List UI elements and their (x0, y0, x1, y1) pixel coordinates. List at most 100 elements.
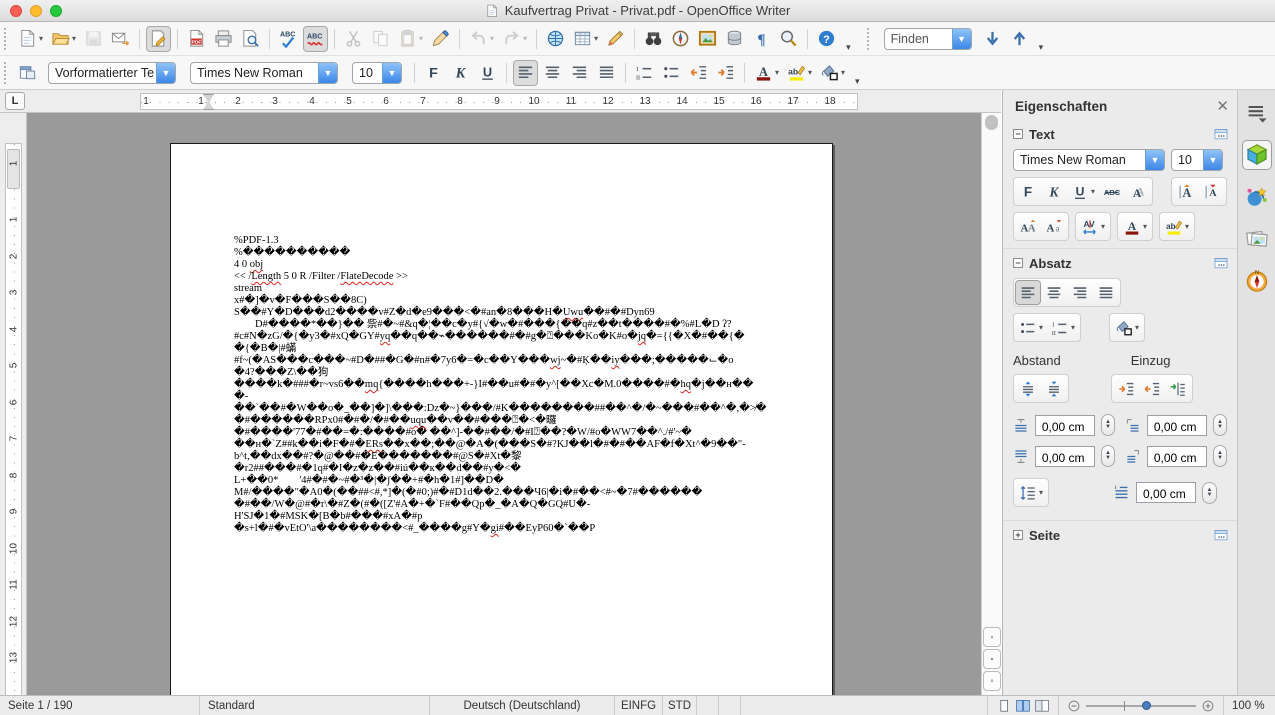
open-button[interactable]: ▾ (48, 26, 79, 52)
save-button[interactable] (81, 26, 106, 52)
dialog-launcher-icon[interactable] (1213, 527, 1229, 543)
find-next-button[interactable] (980, 26, 1005, 52)
sidebar-align-left-button[interactable] (1015, 280, 1041, 305)
spellcheck-button[interactable] (276, 26, 301, 52)
copy-button[interactable] (368, 26, 393, 52)
sidebar-uppercase-button[interactable] (1015, 214, 1041, 239)
sidebar-align-justify-button[interactable] (1093, 280, 1119, 305)
chevron-down-icon[interactable]: ▼ (318, 63, 337, 83)
multi-page-view-icon[interactable] (1015, 698, 1031, 714)
font-color-button[interactable]: ▾ (751, 60, 782, 86)
sidebar-font-size-combo[interactable]: 10 ▼ (1171, 149, 1223, 171)
dialog-launcher-icon[interactable] (1213, 255, 1229, 271)
italic-button[interactable] (448, 60, 473, 86)
chevron-down-icon[interactable]: ▼ (382, 63, 401, 83)
font-size-combo[interactable]: 10▼ (352, 62, 402, 84)
book-view-icon[interactable] (1034, 698, 1050, 714)
maximize-window-button[interactable] (50, 5, 62, 17)
underline-button[interactable] (475, 60, 500, 86)
sidebar-line-spacing-button[interactable]: ▾ (1015, 480, 1047, 505)
page-preview-button[interactable] (238, 26, 263, 52)
data-sources-button[interactable] (722, 26, 747, 52)
zoom-out-icon[interactable] (1067, 699, 1081, 713)
chevron-down-icon[interactable]: ▼ (1145, 150, 1164, 170)
align-justify-button[interactable] (594, 60, 619, 86)
chevron-down-icon[interactable]: ▼ (952, 29, 971, 49)
zoom-in-icon[interactable] (1201, 699, 1215, 713)
align-center-button[interactable] (540, 60, 565, 86)
first-line-indent-stepper[interactable]: ▲▼ (1202, 482, 1217, 504)
dialog-launcher-icon[interactable] (1213, 126, 1229, 142)
sidebar-decrease-spacing-button[interactable] (1041, 376, 1067, 401)
indent-before-field[interactable] (1147, 415, 1207, 436)
first-line-indent-field[interactable] (1136, 482, 1196, 503)
formatting-marks-button[interactable] (749, 26, 774, 52)
sidebar-character-spacing-button[interactable]: ▾ (1077, 214, 1109, 239)
indent-after-stepper[interactable]: ▲▼ (1213, 445, 1227, 467)
next-page-button[interactable] (983, 671, 1001, 691)
draw-functions-button[interactable] (603, 26, 628, 52)
sidebar-increase-indent-button[interactable] (1113, 376, 1139, 401)
horizontal-ruler[interactable]: 1123456789101112131415161718 (140, 93, 858, 110)
new-document-button[interactable]: ▾ (15, 26, 46, 52)
spacing-above-stepper[interactable]: ▲▼ (1101, 414, 1115, 436)
find-replace-button[interactable] (641, 26, 666, 52)
email-document-button[interactable] (108, 26, 133, 52)
insert-mode-status[interactable]: EINFG (615, 696, 663, 715)
print-button[interactable] (211, 26, 236, 52)
sidebar-strikethrough-button[interactable] (1099, 179, 1125, 204)
navigator-button[interactable] (668, 26, 693, 52)
bold-button[interactable] (421, 60, 446, 86)
sidebar-highlighting-button[interactable]: ▾ (1161, 214, 1193, 239)
sidebar-numbered-list-button[interactable]: ▾ (1047, 315, 1079, 340)
chevron-down-icon[interactable]: ▼ (1203, 150, 1222, 170)
spacing-below-field[interactable] (1035, 446, 1095, 467)
language-status[interactable]: Deutsch (Deutschland) (430, 696, 615, 715)
sidebar-font-name-combo[interactable]: Times New Roman ▼ (1013, 149, 1165, 171)
chevron-down-icon[interactable]: ▼ (156, 63, 175, 83)
numbered-list-button[interactable] (632, 60, 657, 86)
zoom-button[interactable] (776, 26, 801, 52)
minimize-window-button[interactable] (30, 5, 42, 17)
sidebar-menu[interactable] (1242, 98, 1272, 128)
tab-navigator[interactable] (1242, 266, 1272, 296)
sidebar-align-center-button[interactable] (1041, 280, 1067, 305)
page-number-status[interactable]: Seite 1 / 190 (0, 696, 200, 715)
bullet-list-button[interactable] (659, 60, 684, 86)
help-button[interactable] (814, 26, 839, 52)
sidebar-bold-button[interactable] (1015, 179, 1041, 204)
sidebar-underline-button[interactable]: ▾ (1067, 179, 1099, 204)
page-style-status[interactable]: Standard (200, 696, 430, 715)
paste-button[interactable]: ▾ (395, 26, 426, 52)
toolbar-overflow-button[interactable]: ▾ (1039, 32, 1044, 53)
indent-before-stepper[interactable]: ▲▼ (1213, 414, 1227, 436)
align-right-button[interactable] (567, 60, 592, 86)
tab-properties[interactable] (1242, 140, 1272, 170)
expand-icon[interactable]: + (1013, 530, 1023, 540)
single-page-view-icon[interactable] (996, 698, 1012, 714)
spacing-below-stepper[interactable]: ▲▼ (1101, 445, 1115, 467)
paragraph-style-combo[interactable]: Vorformatierter Te▼ (48, 62, 176, 84)
tab-gallery[interactable] (1242, 182, 1272, 212)
decrease-indent-button[interactable] (686, 60, 711, 86)
paragraph-background-button[interactable]: ▾ (817, 60, 848, 86)
collapse-icon[interactable]: − (1013, 258, 1023, 268)
indent-after-field[interactable] (1147, 446, 1207, 467)
navigation-button[interactable] (983, 649, 1001, 669)
sidebar-font-color-button[interactable]: ▾ (1119, 214, 1151, 239)
sidebar-italic-button[interactable] (1041, 179, 1067, 204)
sidebar-decrease-indent-button[interactable] (1139, 376, 1165, 401)
sidebar-hanging-indent-button[interactable] (1165, 376, 1191, 401)
vertical-scrollbar[interactable] (981, 113, 1001, 695)
export-pdf-button[interactable] (184, 26, 209, 52)
spacing-above-field[interactable] (1035, 415, 1095, 436)
tab-stop-selector[interactable]: L (5, 92, 25, 110)
selection-mode-status[interactable]: STD (663, 696, 697, 715)
undo-button[interactable]: ▾ (466, 26, 497, 52)
collapse-icon[interactable]: − (1013, 129, 1023, 139)
edit-mode-button[interactable] (146, 26, 171, 52)
zoom-slider-track[interactable] (1086, 705, 1196, 707)
redo-button[interactable]: ▾ (499, 26, 530, 52)
close-icon[interactable]: ✕ (1216, 101, 1229, 113)
increase-indent-button[interactable] (713, 60, 738, 86)
